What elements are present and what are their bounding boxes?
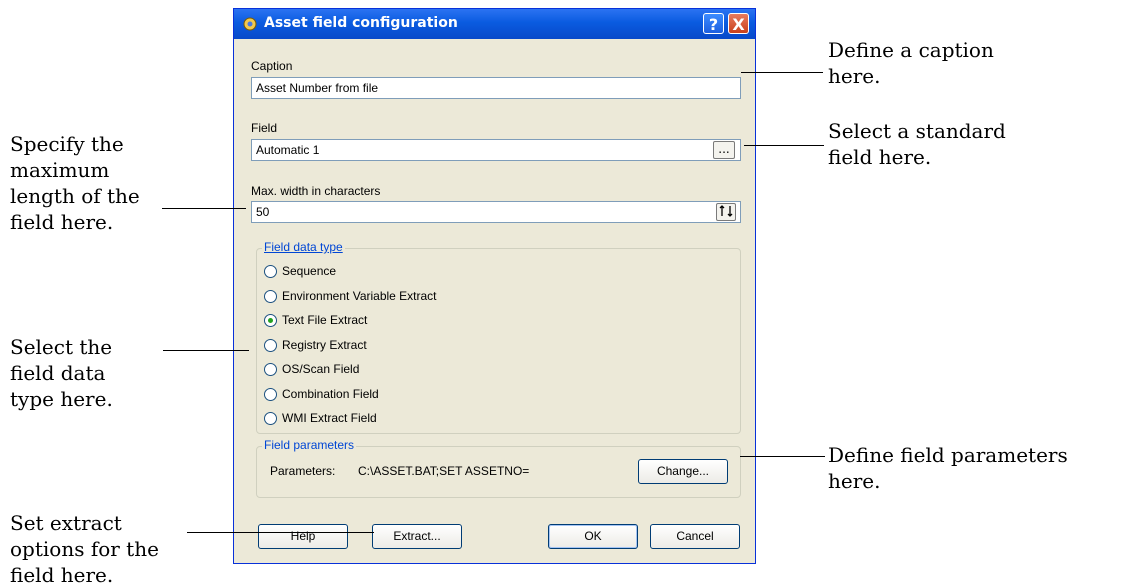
radio-text-file-extract[interactable]: Text File Extract [264,312,367,328]
radio-label: WMI Extract Field [282,411,377,425]
radio-button[interactable] [264,411,277,425]
callout-line: maximum [10,158,110,182]
field-parameters-title: Field parameters [262,438,357,452]
radio-registry-extract[interactable]: Registry Extract [264,337,367,353]
asset-field-configuration-dialog: Asset field configuration ? X Caption As… [233,8,756,564]
caption-input[interactable]: Asset Number from file [251,77,741,99]
close-icon[interactable]: X [728,13,749,34]
radio-os-scan-field[interactable]: OS/Scan Field [264,361,359,377]
callout-line: field here. [828,145,932,169]
help-icon[interactable]: ? [703,13,724,34]
callout-standard-field: Select a standard field here. [828,118,1006,170]
ellipsis-icon[interactable]: ... [713,141,735,159]
radio-label: Sequence [282,264,337,278]
dialog-title: Asset field configuration [264,15,458,31]
leader-params [740,456,825,457]
radio-label: Registry Extract [282,338,367,352]
leader-max-length [162,208,246,209]
radio-label: Environment Variable Extract [282,289,437,303]
callout-line: Specify the [10,132,124,156]
callout-max-length: Specify the maximum length of the field … [10,131,140,235]
parameters-value: C:\ASSET.BAT;SET ASSETNO= [358,464,530,478]
radio-button[interactable] [264,264,277,278]
callout-line: here. [828,64,881,88]
callout-params: Define field parameters here. [828,442,1068,494]
parameters-label: Parameters: [270,464,336,478]
radio-button[interactable] [264,387,277,401]
ok-button[interactable]: OK [548,524,638,549]
callout-line: field data [10,361,106,385]
radio-environment-variable-extract[interactable]: Environment Variable Extract [264,288,437,304]
title-bar[interactable]: Asset field configuration ? X [234,9,755,39]
change-button[interactable]: Change... [638,459,728,484]
radio-button[interactable] [264,289,277,303]
radio-label: Text File Extract [282,313,368,327]
app-gear-icon [243,17,257,31]
extract-button[interactable]: Extract... [372,524,462,549]
callout-line: Define a caption [828,38,994,62]
field-data-type-title: Field data type [262,240,345,254]
callout-data-type: Select the field data type here. [10,334,113,412]
callout-line: here. [828,469,881,493]
radio-sequence[interactable]: Sequence [264,263,336,279]
callout-line: field here. [10,210,114,234]
callout-line: options for the [10,537,159,561]
radio-button[interactable] [264,338,277,352]
radio-wmi-extract-field[interactable]: WMI Extract Field [264,410,377,426]
caption-label: Caption [251,59,293,73]
callout-extract: Set extract options for the field here. [10,510,159,588]
leader-caption [741,72,823,73]
radio-label: OS/Scan Field [282,362,360,376]
leader-standard-field [744,145,824,146]
radio-button[interactable] [264,313,277,327]
callout-line: Set extract [10,511,122,535]
callout-line: Select a standard [828,119,1006,143]
callout-line: Select the [10,335,113,359]
cancel-button[interactable]: Cancel [650,524,740,549]
callout-line: type here. [10,387,113,411]
leader-extract [187,532,374,533]
leader-data-type [163,350,249,351]
callout-line: length of the [10,184,140,208]
max-width-input[interactable]: 50 [251,201,741,223]
field-input[interactable]: Automatic 1 [251,139,741,161]
field-label: Field [251,121,278,135]
callout-line: field here. [10,563,114,587]
callout-line: Define field parameters [828,443,1068,467]
callout-caption: Define a caption here. [828,37,994,89]
spin-icon[interactable] [716,203,736,221]
radio-label: Combination Field [282,387,379,401]
help-button[interactable]: Help [258,524,348,549]
radio-combination-field[interactable]: Combination Field [264,386,379,402]
max-width-label: Max. width in characters [251,184,381,198]
radio-button[interactable] [264,362,277,376]
